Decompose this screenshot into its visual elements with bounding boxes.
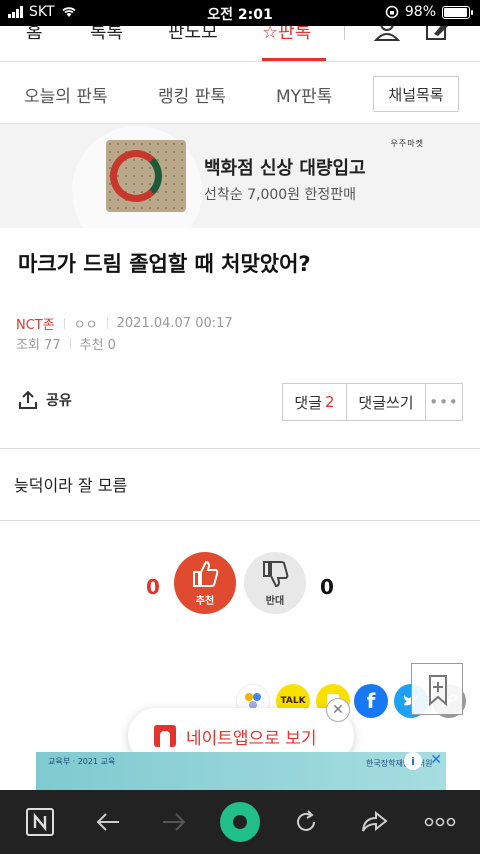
thumbs-up-icon: [193, 560, 219, 587]
post-datetime: 2021.04.07 00:17: [116, 316, 233, 331]
share-page-button[interactable]: [354, 802, 394, 842]
down-vote-button[interactable]: 반대: [244, 552, 306, 614]
post-recommends: 추천 0: [79, 338, 116, 353]
forward-button[interactable]: [154, 802, 194, 842]
forward-share-icon: [362, 810, 388, 832]
home-dot-icon: [233, 815, 247, 829]
reload-button[interactable]: [286, 802, 326, 842]
share-label: 공유: [46, 393, 72, 409]
nav-pannomo[interactable]: 판노모: [168, 26, 218, 44]
post-actions: 댓글 2 댓글쓰기 •••: [282, 383, 463, 421]
status-bar: SKT 오전 2:01 98%: [0, 0, 480, 26]
nate-tab-button[interactable]: [20, 802, 60, 842]
rotation-lock-icon: [385, 5, 399, 19]
bookmark-add-button[interactable]: [411, 663, 463, 715]
thumbs-down-icon: [263, 561, 289, 588]
down-vote-label: 반대: [265, 596, 285, 607]
nate-logo-icon: [154, 725, 176, 747]
ad-banner[interactable]: 우주마켓 백화점 신상 대량입고 선착순 7,000원 한정판매: [0, 124, 480, 228]
ad-info-icon[interactable]: i: [404, 752, 422, 770]
more-button[interactable]: •••: [426, 384, 462, 420]
refresh-icon: [297, 810, 315, 831]
bottom-ad-right-text: 한국장학재단 · 서원: [366, 759, 433, 768]
battery-icon: [442, 5, 473, 19]
post-body: 늦덕이라 잘 모름: [14, 476, 128, 495]
ad-headline: 백화점 신상 대량입고: [204, 158, 366, 179]
back-button[interactable]: [88, 802, 128, 842]
comment-button[interactable]: 댓글 2: [283, 384, 347, 420]
comment-label: 댓글: [294, 393, 323, 412]
close-icon[interactable]: ✕: [326, 698, 350, 722]
post-extra: ㅇㅇ: [73, 318, 98, 333]
open-nate-app-label: 네이트앱으로 보기: [186, 728, 317, 749]
ad-subline: 선착순 7,000원 한정판매: [204, 187, 357, 203]
comment-count: 2: [325, 393, 335, 411]
bookmark-plus-icon: [429, 675, 447, 707]
nav-home[interactable]: 홈: [26, 26, 43, 44]
more-dots-icon: [424, 817, 456, 827]
sub-tabs: 오늘의 판톡 랭킹 판톡 MY판톡 채널목록: [0, 62, 480, 124]
arrow-right-icon: [163, 813, 186, 831]
nav-divider: [344, 26, 345, 40]
battery-percent: 98%: [404, 4, 436, 20]
up-vote-label: 추천: [195, 596, 215, 607]
ad-close-icon[interactable]: ✕: [430, 752, 442, 768]
tab-my-pantok[interactable]: MY판톡: [276, 82, 332, 107]
post-title: 마크가 드림 졸업할 때 처맞았어?: [18, 252, 311, 276]
post-nickname[interactable]: NCT존: [16, 314, 55, 333]
browser-toolbar: [0, 790, 480, 854]
channel-list-button[interactable]: 채널목록: [373, 76, 459, 112]
share-button[interactable]: 공유: [18, 390, 72, 410]
top-nav: 홈 톡톡 판노모 ☆판톡: [0, 26, 480, 62]
ad-product-image: [106, 140, 186, 212]
share-icon: [19, 390, 37, 409]
divider: [0, 448, 480, 449]
facebook-share-icon[interactable]: f: [354, 684, 388, 718]
nav-pantok[interactable]: ☆판톡: [262, 26, 311, 44]
tab-today-pantok[interactable]: 오늘의 판톡: [24, 82, 108, 107]
post-stats: 조회 77 추천 0: [16, 334, 116, 353]
ad-brand: 우주마켓: [390, 139, 424, 148]
nate-n-icon: [26, 808, 54, 836]
nav-toktok[interactable]: 톡톡: [90, 26, 123, 44]
up-vote-count: 0: [146, 575, 160, 599]
tab-ranking-pantok[interactable]: 랭킹 판톡: [158, 82, 226, 107]
active-tab-indicator: [262, 58, 326, 61]
post-meta: NCT존 ㅇㅇ 2021.04.07 00:17: [16, 314, 233, 333]
post-views: 조회 77: [16, 338, 61, 353]
up-vote-button[interactable]: 추천: [174, 552, 236, 614]
down-vote-count: 0: [320, 575, 334, 599]
bottom-ad-left-text: 교육부 · 2021 교육: [48, 757, 116, 766]
arrow-left-icon: [96, 813, 119, 831]
menu-button[interactable]: [420, 802, 460, 842]
write-comment-button[interactable]: 댓글쓰기: [347, 384, 426, 420]
user-icon[interactable]: [374, 26, 400, 42]
write-icon[interactable]: [424, 26, 450, 42]
home-button[interactable]: [220, 802, 260, 842]
divider: [0, 520, 480, 521]
bottom-ad-banner[interactable]: 교육부 · 2021 교육 한국장학재단 · 서원 i ✕: [36, 752, 446, 790]
